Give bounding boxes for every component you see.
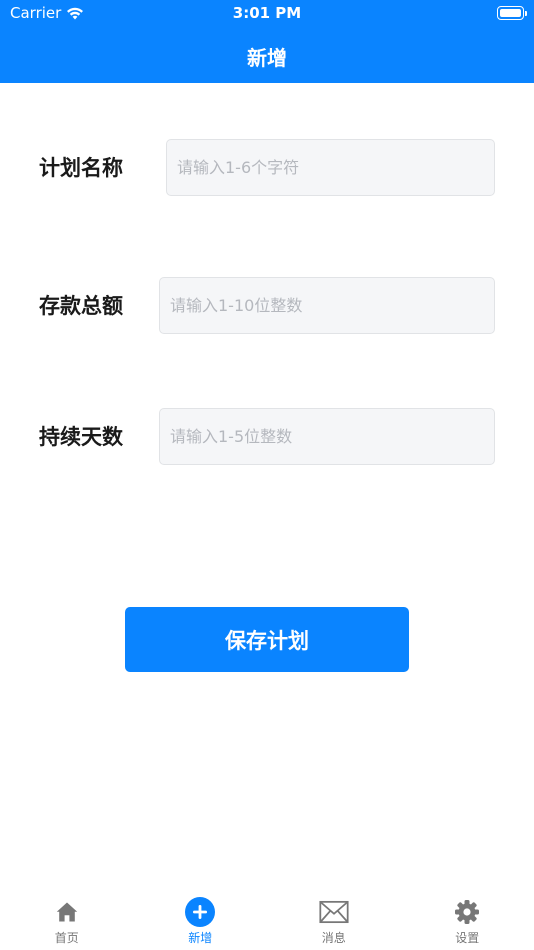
deposit-total-input[interactable] xyxy=(159,277,495,334)
envelope-icon xyxy=(319,897,349,927)
duration-days-input[interactable] xyxy=(159,408,495,465)
deposit-total-label: 存款总额 xyxy=(39,294,123,318)
tab-settings[interactable]: 设置 xyxy=(401,890,534,950)
duration-days-row: 持续天数 xyxy=(0,408,534,466)
tab-bar: 首页 新增 消息 设置 xyxy=(0,890,534,950)
home-icon xyxy=(52,897,82,927)
tab-add[interactable]: 新增 xyxy=(134,890,268,950)
status-bar: Carrier 3:01 PM xyxy=(0,0,534,28)
header: Carrier 3:01 PM 新增 xyxy=(0,0,534,83)
tab-add-label: 新增 xyxy=(188,931,213,945)
gear-icon xyxy=(452,897,482,927)
app-screen: Carrier 3:01 PM 新增 计划名称 存款总额 持续天数 保存计划 xyxy=(0,0,534,950)
plan-name-row: 计划名称 xyxy=(0,139,534,197)
plan-name-input[interactable] xyxy=(166,139,495,196)
tab-messages-label: 消息 xyxy=(321,931,346,945)
tab-home-label: 首页 xyxy=(54,931,79,945)
tab-home[interactable]: 首页 xyxy=(0,890,134,950)
tab-settings-label: 设置 xyxy=(455,931,480,945)
duration-days-label: 持续天数 xyxy=(39,425,123,449)
plan-name-label: 计划名称 xyxy=(39,156,123,180)
clock: 3:01 PM xyxy=(232,4,302,22)
tab-messages[interactable]: 消息 xyxy=(267,890,401,950)
battery-icon xyxy=(497,6,527,20)
deposit-total-row: 存款总额 xyxy=(0,277,534,335)
plus-circle-icon xyxy=(185,897,216,927)
page-title: 新增 xyxy=(247,46,287,70)
battery-fill xyxy=(500,9,521,17)
save-plan-button[interactable]: 保存计划 xyxy=(125,607,409,672)
